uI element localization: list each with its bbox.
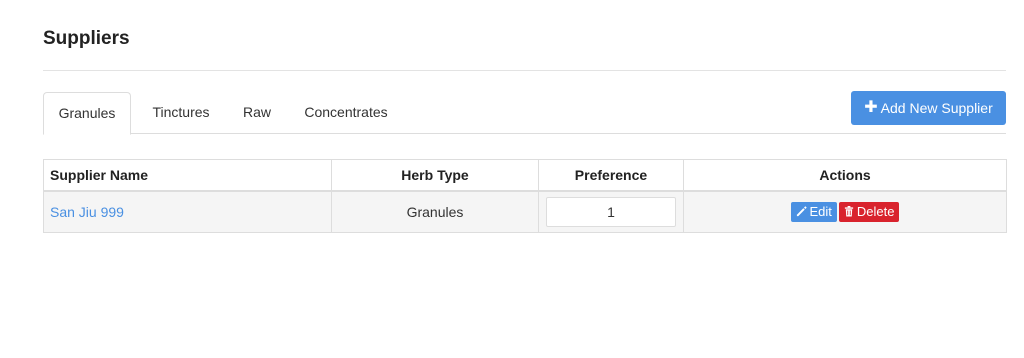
delete-label: Delete <box>856 204 895 220</box>
tab-granules[interactable]: Granules <box>43 92 131 135</box>
preference-input[interactable] <box>546 196 676 227</box>
header-preference: Preference <box>538 159 684 192</box>
tab-concentrates[interactable]: Concentrates <box>293 92 399 134</box>
pencil-icon <box>796 206 807 217</box>
cell-actions: Edit Delete <box>683 190 1007 233</box>
tab-raw[interactable]: Raw <box>231 92 283 134</box>
add-new-supplier-label: Add New Supplier <box>880 100 993 116</box>
header-herb-type: Herb Type <box>331 159 539 192</box>
edit-button[interactable]: Edit <box>790 201 837 222</box>
cell-supplier-name: San Jiu 999 <box>43 190 332 233</box>
header-supplier-name: Supplier Name <box>43 159 332 192</box>
table-header-row: Supplier Name Herb Type Preference Actio… <box>43 159 1007 192</box>
delete-button[interactable]: Delete <box>838 201 900 222</box>
suppliers-table: Supplier Name Herb Type Preference Actio… <box>43 159 1007 233</box>
tab-tinctures[interactable]: Tinctures <box>137 92 225 134</box>
header-actions: Actions <box>683 159 1007 192</box>
cell-preference <box>538 190 684 233</box>
edit-label: Edit <box>809 204 832 220</box>
supplier-name-link[interactable]: San Jiu 999 <box>50 204 124 220</box>
cell-herb-type: Granules <box>331 190 539 233</box>
add-new-supplier-button[interactable]: ✚ Add New Supplier <box>851 91 1006 125</box>
table-row: San Jiu 999 Granules Edit <box>43 190 1007 233</box>
trash-icon <box>844 206 854 217</box>
page-title: Suppliers <box>43 28 130 49</box>
plus-icon: ✚ <box>864 99 878 116</box>
title-divider <box>43 70 1006 71</box>
